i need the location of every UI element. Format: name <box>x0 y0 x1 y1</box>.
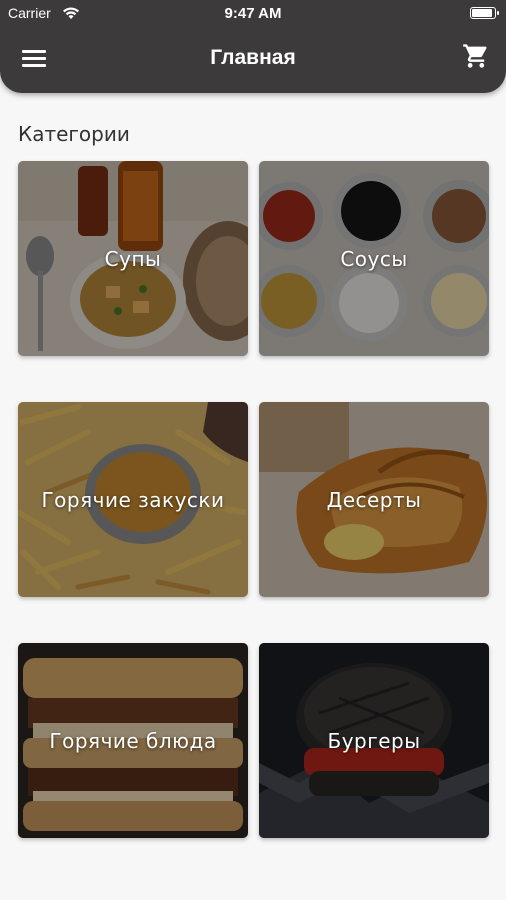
category-label: Бургеры <box>327 728 421 753</box>
battery-icon <box>470 7 499 19</box>
hamburger-menu-icon[interactable] <box>22 48 48 68</box>
category-tile-sauces[interactable]: Соусы <box>259 161 489 356</box>
category-label: Горячие закуски <box>41 487 225 512</box>
shopping-cart-icon[interactable] <box>462 42 490 70</box>
category-label: Соусы <box>340 246 408 271</box>
category-label: Горячие блюда <box>49 728 217 753</box>
category-tile-burgers[interactable]: Бургеры <box>259 643 489 838</box>
category-label: Супы <box>104 246 162 271</box>
category-tile-hot-appetizers[interactable]: Горячие закуски <box>18 402 248 597</box>
battery-level <box>472 9 492 17</box>
app-bar: Carrier 9:47 AM Главная <box>0 0 506 93</box>
categories-heading: Категории <box>18 122 130 146</box>
category-label: Десерты <box>326 487 422 512</box>
category-tile-desserts[interactable]: Десерты <box>259 402 489 597</box>
page-title: Главная <box>210 46 296 69</box>
status-time: 9:47 AM <box>224 5 282 22</box>
category-tile-soups[interactable]: Супы <box>18 161 248 356</box>
category-tile-hot-dishes[interactable]: Горячие блюда <box>18 643 248 838</box>
